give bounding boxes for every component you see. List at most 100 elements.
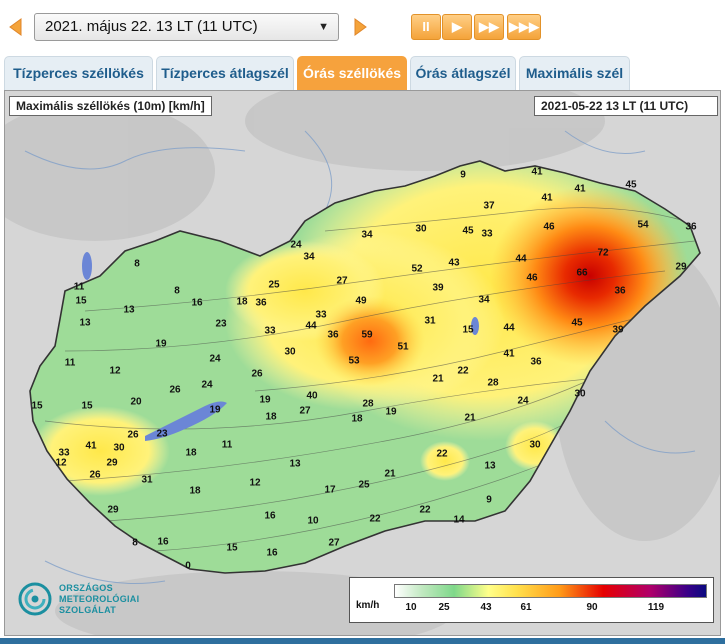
legend-unit: km/h (356, 600, 380, 611)
station-value: 16 (264, 510, 276, 522)
station-value: 30 (415, 223, 427, 235)
station-value: 15 (462, 324, 474, 336)
station-value: 22 (436, 448, 448, 460)
station-value: 28 (362, 398, 374, 410)
station-value: 45 (625, 179, 637, 191)
station-value: 19 (385, 406, 397, 418)
station-value: 26 (169, 384, 181, 396)
station-value: 26 (89, 469, 101, 481)
omsz-logo: ORSZÁGOS METEOROLÓGIAI SZOLGÁLAT (13, 571, 183, 631)
omsz-logo-icon (18, 582, 52, 616)
legend-tick: 119 (647, 602, 665, 613)
station-value: 16 (191, 297, 203, 309)
station-value: 8 (132, 537, 138, 549)
station-value: 33 (264, 325, 276, 337)
arrow-left-icon (9, 18, 22, 36)
station-value: 34 (478, 294, 490, 306)
station-value: 8 (134, 258, 140, 270)
station-value: 27 (336, 275, 348, 287)
legend-color-scale (394, 584, 707, 598)
station-value: 59 (361, 329, 373, 341)
tab-tizperces-atlagszel[interactable]: Tízperces átlagszél (156, 56, 294, 90)
station-value: 39 (612, 324, 624, 336)
station-value: 11 (64, 357, 76, 369)
station-value: 30 (113, 442, 125, 454)
station-value: 24 (290, 239, 302, 251)
station-value: 21 (464, 412, 476, 424)
station-value: 31 (424, 315, 436, 327)
station-value: 44 (515, 253, 527, 265)
station-value: 16 (266, 547, 278, 559)
station-value: 36 (530, 356, 542, 368)
station-value: 30 (284, 346, 296, 358)
station-value: 13 (484, 460, 496, 472)
station-value: 27 (328, 537, 340, 549)
station-value: 46 (543, 221, 555, 233)
legend-tick: 25 (438, 602, 450, 613)
station-value: 27 (299, 405, 311, 417)
map-title: Maximális széllökés (10m) [km/h] (9, 96, 212, 116)
date-time-select[interactable]: 2021. május 22. 13 LT (11 UTC) ▼ (34, 13, 339, 41)
station-value: 25 (268, 279, 280, 291)
next-time-button[interactable] (348, 16, 370, 38)
station-value: 41 (85, 440, 97, 452)
station-value: 41 (541, 192, 553, 204)
station-value: 49 (355, 295, 367, 307)
station-value: 24 (209, 353, 221, 365)
station-value: 53 (348, 355, 360, 367)
logo-line-1: ORSZÁGOS (59, 583, 113, 593)
station-value: 11 (73, 281, 85, 293)
station-value: 25 (358, 479, 370, 491)
station-value: 12 (249, 477, 261, 489)
pause-button[interactable]: II (411, 14, 441, 40)
bottom-strip (0, 638, 725, 644)
station-value: 17 (324, 484, 336, 496)
station-value: 23 (215, 318, 227, 330)
station-value: 72 (597, 247, 609, 259)
station-value: 26 (127, 429, 139, 441)
station-value: 22 (419, 504, 431, 516)
station-value: 30 (574, 388, 586, 400)
station-value: 15 (81, 400, 93, 412)
station-value: 33 (315, 309, 327, 321)
faster-forward-button[interactable]: ▶▶▶ (507, 14, 541, 40)
station-value: 15 (226, 542, 238, 554)
station-value: 34 (361, 229, 373, 241)
logo-line-2: METEOROLÓGIAI (59, 594, 140, 604)
station-value: 29 (675, 261, 687, 273)
station-value: 36 (614, 285, 626, 297)
tab-oras-szellokes[interactable]: Órás széllökés (297, 56, 407, 90)
station-value: 30 (529, 439, 541, 451)
station-value: 18 (185, 447, 197, 459)
station-value: 28 (487, 377, 499, 389)
station-value: 19 (209, 404, 221, 416)
tab-maximalis-szel[interactable]: Maximális szél (519, 56, 630, 90)
tab-tizperces-szellokes[interactable]: Tízperces széllökés (4, 56, 153, 90)
station-value: 45 (571, 317, 583, 329)
station-value: 29 (106, 457, 118, 469)
legend-tick: 90 (586, 602, 598, 613)
station-value: 13 (289, 458, 301, 470)
station-value: 52 (411, 263, 423, 275)
station-value: 43 (448, 257, 460, 269)
legend-tick: 43 (480, 602, 492, 613)
logo-line-3: SZOLGÁLAT (59, 605, 117, 615)
station-value: 41 (531, 166, 543, 178)
station-value: 33 (481, 228, 493, 240)
previous-time-button[interactable] (6, 16, 28, 38)
fast-forward-button[interactable]: ▶▶ (474, 14, 504, 40)
wind-gust-map: Maximális széllökés (10m) [km/h] 2021-05… (4, 90, 721, 636)
play-button[interactable]: ▶ (442, 14, 472, 40)
station-value: 21 (384, 468, 396, 480)
station-value: 34 (303, 251, 315, 263)
station-value: 36 (327, 329, 339, 341)
station-value: 11 (221, 439, 233, 451)
station-value: 20 (130, 396, 142, 408)
station-value: 40 (306, 390, 318, 402)
station-value: 9 (486, 494, 492, 506)
station-value: 18 (265, 411, 277, 423)
map-canvas (5, 91, 720, 635)
tab-oras-atlagszel[interactable]: Órás átlagszél (410, 56, 516, 90)
station-value: 44 (305, 320, 317, 332)
station-value: 39 (432, 282, 444, 294)
